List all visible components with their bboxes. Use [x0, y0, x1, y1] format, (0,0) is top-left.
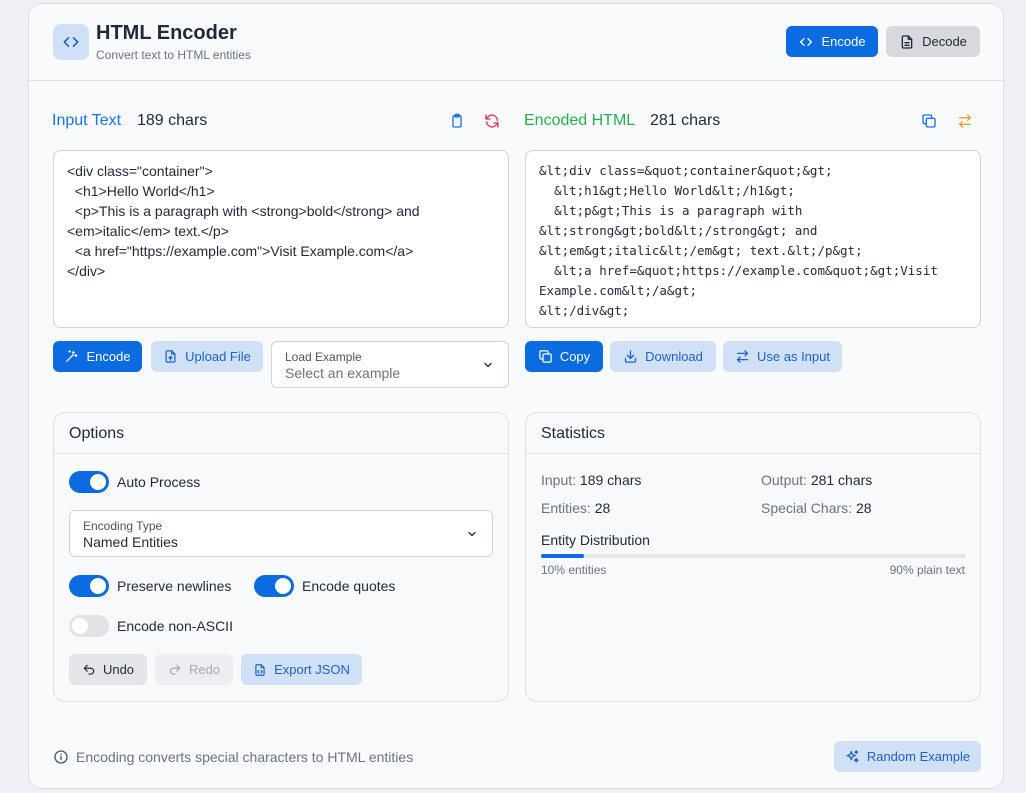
preserve-newlines-toggle[interactable] [69, 575, 109, 597]
entities-percent-label: 10% entities [541, 563, 607, 577]
mode-decode-button[interactable]: Decode [886, 26, 980, 57]
header: HTML Encoder Convert text to HTML entiti… [29, 4, 1003, 81]
preserve-newlines-label: Preserve newlines [117, 578, 232, 594]
encode-quotes-toggle[interactable] [254, 575, 294, 597]
paste-clipboard-icon[interactable] [447, 111, 467, 131]
stat-entities-label: Entities: [541, 500, 591, 516]
magic-wand-icon [66, 350, 78, 363]
load-example-label: Load Example [285, 350, 362, 364]
redo-icon [169, 664, 181, 675]
footer-note: Encoding converts special characters to … [76, 749, 414, 765]
encode-button[interactable]: Encode [53, 341, 142, 372]
download-button[interactable]: Download [610, 341, 716, 372]
distribution-bar [541, 554, 966, 558]
stat-output-value: 281 chars [810, 472, 873, 488]
mode-encode-button[interactable]: Encode [786, 26, 878, 57]
undo-label: Undo [102, 662, 135, 677]
encode-non-ascii-label: Encode non-ASCII [117, 618, 233, 634]
stat-special-value: 28 [855, 500, 872, 516]
copy-button-icon [539, 350, 552, 363]
use-as-input-button[interactable]: Use as Input [723, 341, 842, 372]
redo-label: Redo [188, 662, 221, 677]
input-count: 189 chars [137, 112, 208, 129]
distribution-bar-fill [541, 554, 584, 558]
download-label: Download [645, 349, 703, 364]
stat-entities: Entities: 28 [541, 500, 610, 516]
random-example-button[interactable]: Random Example [834, 741, 981, 772]
refresh-clear-icon[interactable] [482, 111, 502, 131]
document-icon [901, 34, 913, 49]
sparkles-icon [846, 750, 859, 763]
options-panel: Options Auto Process Encoding Type Named… [53, 412, 509, 702]
download-icon [624, 350, 637, 363]
copy-icon[interactable] [919, 111, 939, 131]
load-example-value: Select an example [285, 365, 401, 381]
encoder-card: HTML Encoder Convert text to HTML entiti… [28, 3, 1004, 789]
upload-file-label: Upload File [185, 349, 251, 364]
redo-button[interactable]: Redo [155, 654, 233, 685]
statistics-panel: Statistics Input: 189 chars Output: 281 … [525, 412, 981, 702]
swap-icon[interactable] [955, 111, 975, 131]
stat-input-label: Input: [541, 472, 577, 488]
auto-process-label: Auto Process [117, 474, 201, 490]
auto-process-toggle[interactable] [69, 471, 109, 493]
input-textarea[interactable]: <div class="container"> <h1>Hello World<… [53, 150, 509, 328]
load-example-select[interactable]: Load Example Select an example [271, 341, 509, 388]
info-icon [54, 750, 68, 764]
code-icon [800, 37, 813, 46]
output-count: 281 chars [650, 112, 721, 129]
undo-button[interactable]: Undo [69, 654, 147, 685]
encoding-type-label: Encoding Type [83, 519, 163, 533]
stat-special-chars: Special Chars: 28 [761, 500, 872, 516]
stat-output-label: Output: [761, 472, 807, 488]
input-label: Input Text [52, 112, 122, 129]
upload-file-button[interactable]: Upload File [151, 341, 263, 372]
output-label: Encoded HTML [524, 112, 636, 129]
stat-input: Input: 189 chars [541, 472, 641, 488]
stat-entities-value: 28 [594, 500, 611, 516]
app-subtitle: Convert text to HTML entities [96, 48, 251, 62]
stat-special-label: Special Chars: [761, 500, 853, 516]
chevron-down-icon [484, 362, 492, 367]
statistics-title: Statistics [526, 413, 980, 454]
encoding-type-value: Named Entities [83, 534, 178, 550]
mode-encode-label: Encode [821, 34, 866, 49]
use-as-input-label: Use as Input [757, 349, 830, 364]
code-logo-icon [53, 24, 89, 60]
upload-file-icon [165, 350, 176, 363]
export-file-icon [255, 663, 265, 676]
swap-arrows-icon [736, 350, 749, 363]
app-title: HTML Encoder [96, 22, 237, 44]
chevron-down-icon [468, 531, 476, 536]
copy-label: Copy [559, 349, 591, 364]
stat-output: Output: 281 chars [761, 472, 872, 488]
export-json-label: Export JSON [274, 662, 350, 677]
encode-quotes-label: Encode quotes [302, 578, 396, 594]
distribution-title: Entity Distribution [541, 532, 650, 548]
output-textarea[interactable]: &lt;div class=&quot;container&quot;&gt; … [525, 150, 981, 328]
stat-input-value: 189 chars [579, 472, 642, 488]
mode-decode-label: Decode [922, 34, 967, 49]
undo-icon [83, 664, 95, 675]
encode-label: Encode [86, 349, 131, 364]
encode-non-ascii-toggle[interactable] [69, 615, 109, 637]
encoding-type-select[interactable]: Encoding Type Named Entities [69, 510, 493, 557]
options-title: Options [54, 413, 508, 454]
plain-percent-label: 90% plain text [889, 563, 965, 577]
export-json-button[interactable]: Export JSON [241, 654, 362, 685]
copy-button[interactable]: Copy [525, 341, 603, 372]
random-example-label: Random Example [866, 749, 971, 764]
